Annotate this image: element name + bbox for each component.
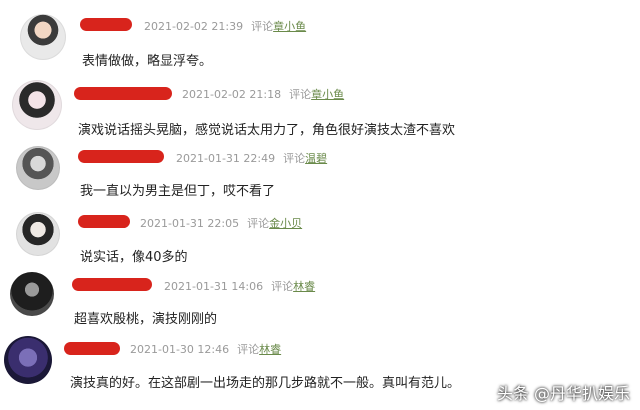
comment-text: 超喜欢殷桃，演技刚刚的 bbox=[74, 312, 218, 327]
user-avatar[interactable] bbox=[16, 146, 60, 190]
user-avatar[interactable] bbox=[16, 212, 60, 256]
comment-item: 2021-01-31 22:49 评论温碧 我一直以为男主是但丁，哎不看了 bbox=[0, 142, 640, 208]
user-avatar[interactable] bbox=[12, 80, 62, 130]
comment-meta: 2021-01-31 22:05 评论金小贝 bbox=[140, 215, 302, 231]
comment-text: 演戏说话摇头晃脑，感觉说话太用力了，角色很好演技太渣不喜欢 bbox=[78, 123, 456, 138]
comment-meta: 2021-01-30 12:46 评论林睿 bbox=[130, 341, 281, 357]
comment-time: 2021-01-30 12:46 bbox=[130, 343, 230, 356]
redacted-username bbox=[64, 342, 120, 355]
comment-text: 说实话，像40多的 bbox=[80, 250, 188, 265]
redacted-username bbox=[74, 87, 172, 100]
reply-label: 评论 bbox=[271, 280, 294, 293]
reply-label: 评论 bbox=[247, 217, 270, 230]
redacted-username bbox=[72, 278, 152, 291]
comment-item: 2021-01-31 14:06 评论林睿 超喜欢殷桃，演技刚刚的 bbox=[0, 270, 640, 334]
comment-time: 2021-01-31 22:05 bbox=[140, 217, 240, 230]
comment-text: 表情做做，略显浮夸。 bbox=[82, 54, 213, 69]
redacted-username bbox=[78, 215, 130, 228]
reply-label: 评论 bbox=[237, 343, 260, 356]
comment-meta: 2021-01-31 22:49 评论温碧 bbox=[176, 150, 327, 166]
source-watermark: 头条 @丹华扒娱乐 bbox=[496, 384, 630, 403]
user-avatar[interactable] bbox=[10, 272, 54, 316]
comment-item: 2021-02-02 21:39 评论章小鱼 表情做做，略显浮夸。 bbox=[0, 0, 640, 70]
comment-item: 2021-01-31 22:05 评论金小贝 说实话，像40多的 bbox=[0, 208, 640, 270]
reply-target-link[interactable]: 林睿 bbox=[259, 343, 281, 356]
user-avatar[interactable] bbox=[20, 14, 66, 60]
reply-label: 评论 bbox=[283, 152, 306, 165]
comment-time: 2021-01-31 22:49 bbox=[176, 152, 276, 165]
reply-target-link[interactable]: 金小贝 bbox=[269, 217, 302, 230]
reply-target-link[interactable]: 章小鱼 bbox=[273, 20, 306, 33]
reply-target-link[interactable]: 温碧 bbox=[305, 152, 327, 165]
reply-label: 评论 bbox=[289, 88, 312, 101]
reply-target-link[interactable]: 章小鱼 bbox=[311, 88, 344, 101]
comment-time: 2021-02-02 21:39 bbox=[144, 20, 244, 33]
user-avatar[interactable] bbox=[4, 336, 52, 384]
comment-text: 我一直以为男主是但丁，哎不看了 bbox=[80, 184, 276, 199]
reply-target-link[interactable]: 林睿 bbox=[293, 280, 315, 293]
reply-label: 评论 bbox=[251, 20, 274, 33]
comment-meta: 2021-01-31 14:06 评论林睿 bbox=[164, 278, 315, 294]
redacted-username bbox=[80, 18, 132, 31]
comment-time: 2021-02-02 21:18 bbox=[182, 88, 282, 101]
comment-item: 2021-02-02 21:18 评论章小鱼 演戏说话摇头晃脑，感觉说话太用力了，… bbox=[0, 70, 640, 142]
comment-meta: 2021-02-02 21:18 评论章小鱼 bbox=[182, 86, 344, 102]
comment-meta: 2021-02-02 21:39 评论章小鱼 bbox=[144, 18, 306, 34]
comment-text: 演技真的好。在这部剧一出场走的那几步路就不一般。真叫有范儿。 bbox=[70, 376, 461, 391]
comment-time: 2021-01-31 14:06 bbox=[164, 280, 264, 293]
redacted-username bbox=[78, 150, 164, 163]
